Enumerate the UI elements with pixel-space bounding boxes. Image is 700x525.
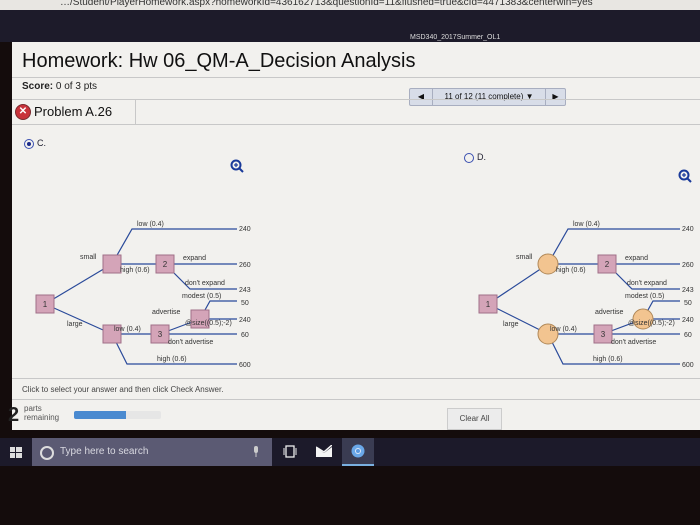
payoff-600: 600 (682, 362, 694, 369)
decision-node-1-label: 1 (486, 300, 491, 309)
label-high-small: high (0.6) (120, 267, 150, 274)
windows-start-icon[interactable] (10, 447, 22, 458)
label-high-large: high (0.6) (593, 356, 623, 363)
label-expand: expand (183, 255, 206, 262)
chrome-taskbar-button[interactable] (342, 438, 374, 466)
divider (12, 399, 700, 400)
label-dont-expand: don't expand (185, 280, 225, 287)
option-c[interactable]: C. (24, 138, 46, 149)
score-label: Score: (22, 81, 54, 92)
label-low-small: low (0.4) (137, 221, 164, 228)
task-view-icon[interactable] (283, 445, 297, 458)
option-d-label: D. (477, 152, 486, 162)
course-name: MSD340_2017Summer_OL1 (410, 34, 501, 41)
label-advertise: advertise (595, 309, 624, 316)
decision-node-3-label: 3 (158, 330, 163, 339)
label-low-large: low (0.4) (114, 326, 141, 333)
zoom-in-icon[interactable] (230, 159, 244, 173)
label-sizable: @size((0.5);-2) (185, 320, 232, 327)
payoff-60: 60 (241, 332, 249, 339)
payoff-600: 600 (239, 362, 251, 369)
score-value: 0 of 3 pts (55, 81, 98, 92)
label-large: large (503, 321, 519, 328)
payoff-240-low: 240 (239, 226, 251, 233)
payoff-260: 260 (239, 262, 251, 269)
taskbar: Type here to search (0, 438, 700, 466)
taskbar-search[interactable]: Type here to search (32, 438, 272, 466)
instruction-text: Click to select your answer and then cli… (22, 385, 224, 394)
previous-question-button[interactable]: ◀ (410, 89, 433, 105)
decision-tree-d: 1 2 3 small large low (0.4) high (0.6) expand do… (478, 221, 694, 369)
homework-page: Homework: Hw 06_QM-A_Decision Analysis S… (8, 42, 700, 430)
label-dont-advertise: don't advertise (611, 339, 656, 346)
label-modest: modest (0.5) (182, 293, 221, 300)
label-small: small (80, 254, 97, 261)
score: Score: 0 of 3 pts (22, 81, 97, 92)
payoff-240-low: 240 (682, 226, 694, 233)
chance-node-small (102, 254, 122, 274)
payoff-50: 50 (684, 300, 692, 307)
parts-label: parts remaining (24, 404, 60, 422)
problem-header: ✕ Problem A.26 (12, 100, 136, 124)
decision-node-2-label: 2 (605, 260, 610, 269)
payoff-60: 60 (684, 332, 692, 339)
clear-all-button[interactable]: Clear All (447, 408, 502, 430)
payoff-240-sizable: 240 (682, 317, 694, 324)
address-bar[interactable]: …/Student/PlayerHomework.aspx?homeworkId… (0, 0, 700, 10)
chance-node-small (537, 253, 559, 275)
divider (12, 77, 700, 78)
decision-node-1-label: 1 (43, 300, 48, 309)
question-position-dropdown[interactable]: 11 of 12 (11 complete) ▼ (433, 89, 545, 105)
incorrect-icon: ✕ (15, 104, 31, 120)
branch-large (44, 303, 113, 335)
divider (12, 124, 700, 125)
label-advertise: advertise (152, 309, 181, 316)
payoff-243: 243 (239, 287, 251, 294)
cortana-icon (40, 446, 54, 460)
zoom-in-icon[interactable] (678, 169, 692, 183)
decision-node-2-label: 2 (163, 260, 168, 269)
label-high-large: high (0.6) (157, 356, 187, 363)
label-large: large (67, 321, 83, 328)
divider (12, 378, 700, 379)
label-small: small (516, 254, 533, 261)
next-question-button[interactable]: ▶ (545, 89, 565, 105)
chrome-icon (351, 444, 365, 458)
parts-count: 2 (8, 404, 20, 426)
progress-fill (74, 411, 127, 419)
option-d[interactable]: D. (464, 152, 486, 163)
url-text: …/Student/PlayerHomework.aspx?homeworkId… (60, 0, 593, 8)
decision-node-3-label: 3 (601, 330, 606, 339)
progress-bar (74, 411, 161, 419)
payoff-240-sizable: 240 (239, 317, 251, 324)
label-low-large: low (0.4) (550, 326, 577, 333)
course-header: MSD340_2017Summer_OL1 (0, 10, 700, 42)
payoff-50: 50 (241, 300, 249, 307)
payoff-260: 260 (682, 262, 694, 269)
label-expand: expand (625, 255, 648, 262)
payoff-243: 243 (682, 287, 694, 294)
decision-tree-c: 1 2 3 small large low (0.4) high (0.6) expand do… (35, 221, 251, 369)
label-low-small: low (0.4) (573, 221, 600, 228)
radio-option-c[interactable] (24, 138, 34, 149)
page-title: Homework: Hw 06_QM-A_Decision Analysis (22, 50, 416, 72)
search-placeholder: Type here to search (60, 446, 149, 457)
option-c-label: C. (37, 138, 46, 148)
label-dont-expand: don't expand (627, 280, 667, 287)
label-dont-advertise: don't advertise (168, 339, 213, 346)
question-navigator: ◀ 11 of 12 (11 complete) ▼ ▶ (409, 88, 566, 106)
label-sizable: @size((0.5);-2) (628, 320, 675, 327)
mail-icon[interactable] (316, 445, 332, 457)
microphone-icon[interactable] (252, 446, 260, 458)
label-modest: modest (0.5) (625, 293, 664, 300)
problem-label: Problem A.26 (34, 104, 113, 119)
desk-surface (0, 466, 700, 525)
label-high-small: high (0.6) (556, 267, 586, 274)
branch-small (44, 263, 113, 305)
radio-option-d[interactable] (464, 152, 474, 163)
